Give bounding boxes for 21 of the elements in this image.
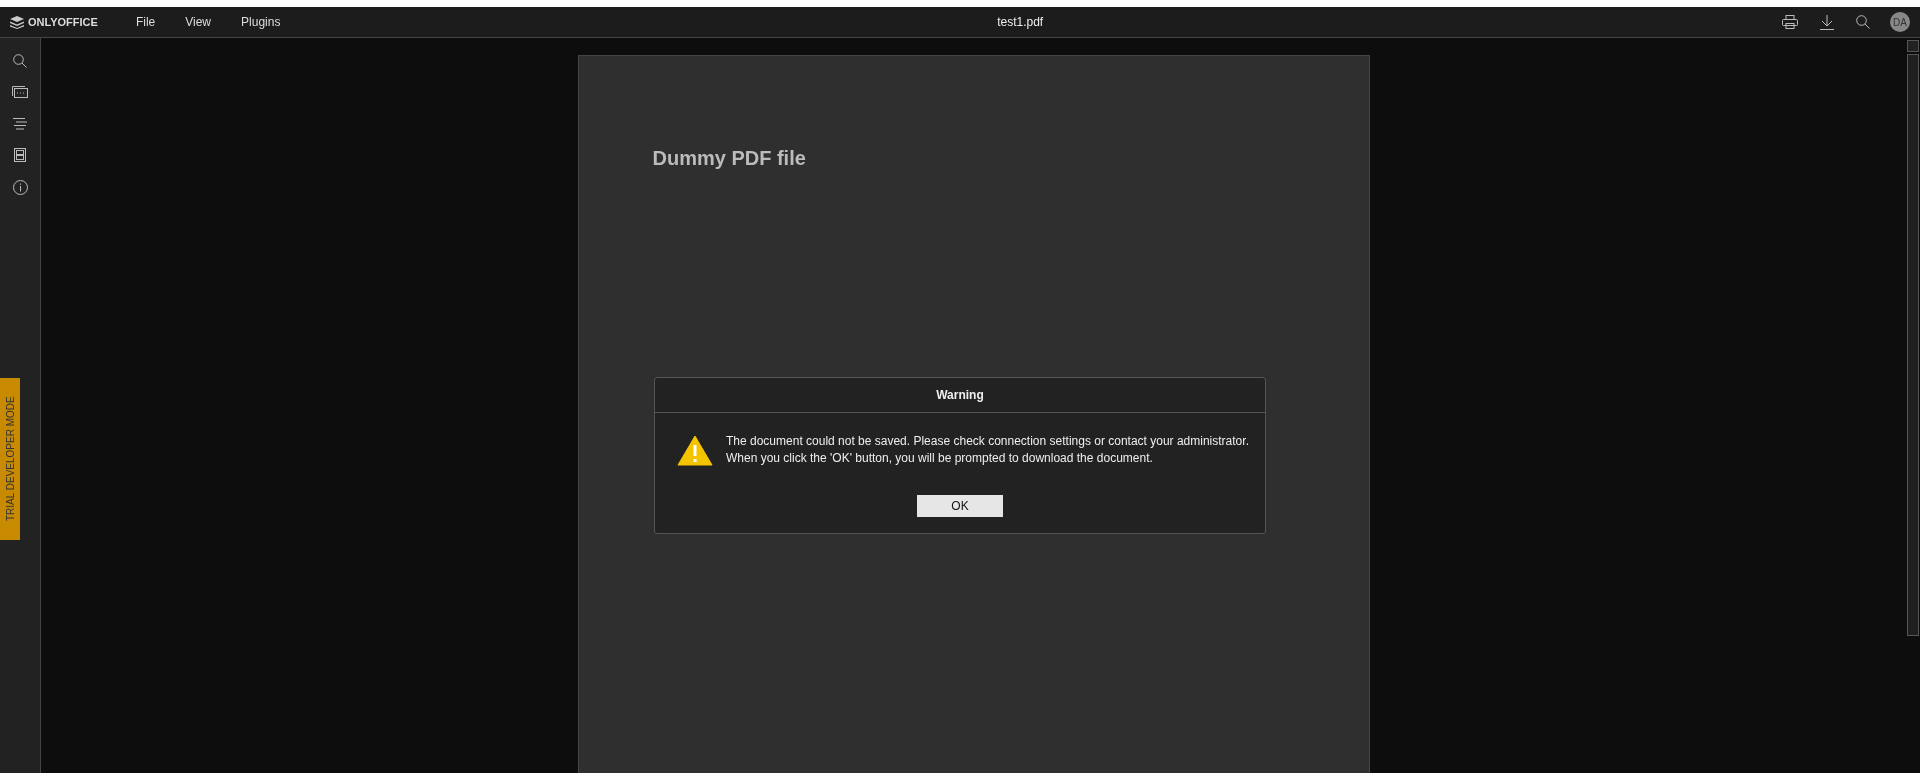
comments-icon[interactable]: [12, 86, 28, 100]
logo-text: ONLYOFFICE: [28, 14, 98, 30]
menu-item[interactable]: Plugins: [241, 13, 281, 31]
thumbnails-icon[interactable]: [14, 148, 26, 162]
menu-item[interactable]: File: [135, 13, 156, 31]
trial-mode-badge: TRIAL DEVELOPER MODE: [0, 378, 20, 540]
logo-icon: [10, 15, 24, 29]
warning-icon: [677, 434, 713, 466]
menu-item[interactable]: View: [185, 13, 212, 31]
search-icon[interactable]: [1856, 15, 1870, 29]
dialog-title: Warning: [655, 378, 1265, 413]
dialog-message: The document could not be saved. Please check connection settings or contact your administrator. When you click the 'OK' button, you will be prompted to download the document.: [726, 433, 1249, 467]
user-avatar[interactable]: DA: [1890, 12, 1910, 32]
ok-button[interactable]: OK: [917, 495, 1003, 517]
headings-icon[interactable]: [13, 118, 27, 130]
search-icon[interactable]: [13, 54, 27, 68]
document-title: test1.pdf: [996, 14, 1045, 31]
print-icon[interactable]: [1782, 15, 1798, 29]
info-icon[interactable]: [12, 180, 28, 195]
document-heading: Dummy PDF file: [652, 146, 807, 170]
download-icon[interactable]: [1820, 14, 1834, 30]
